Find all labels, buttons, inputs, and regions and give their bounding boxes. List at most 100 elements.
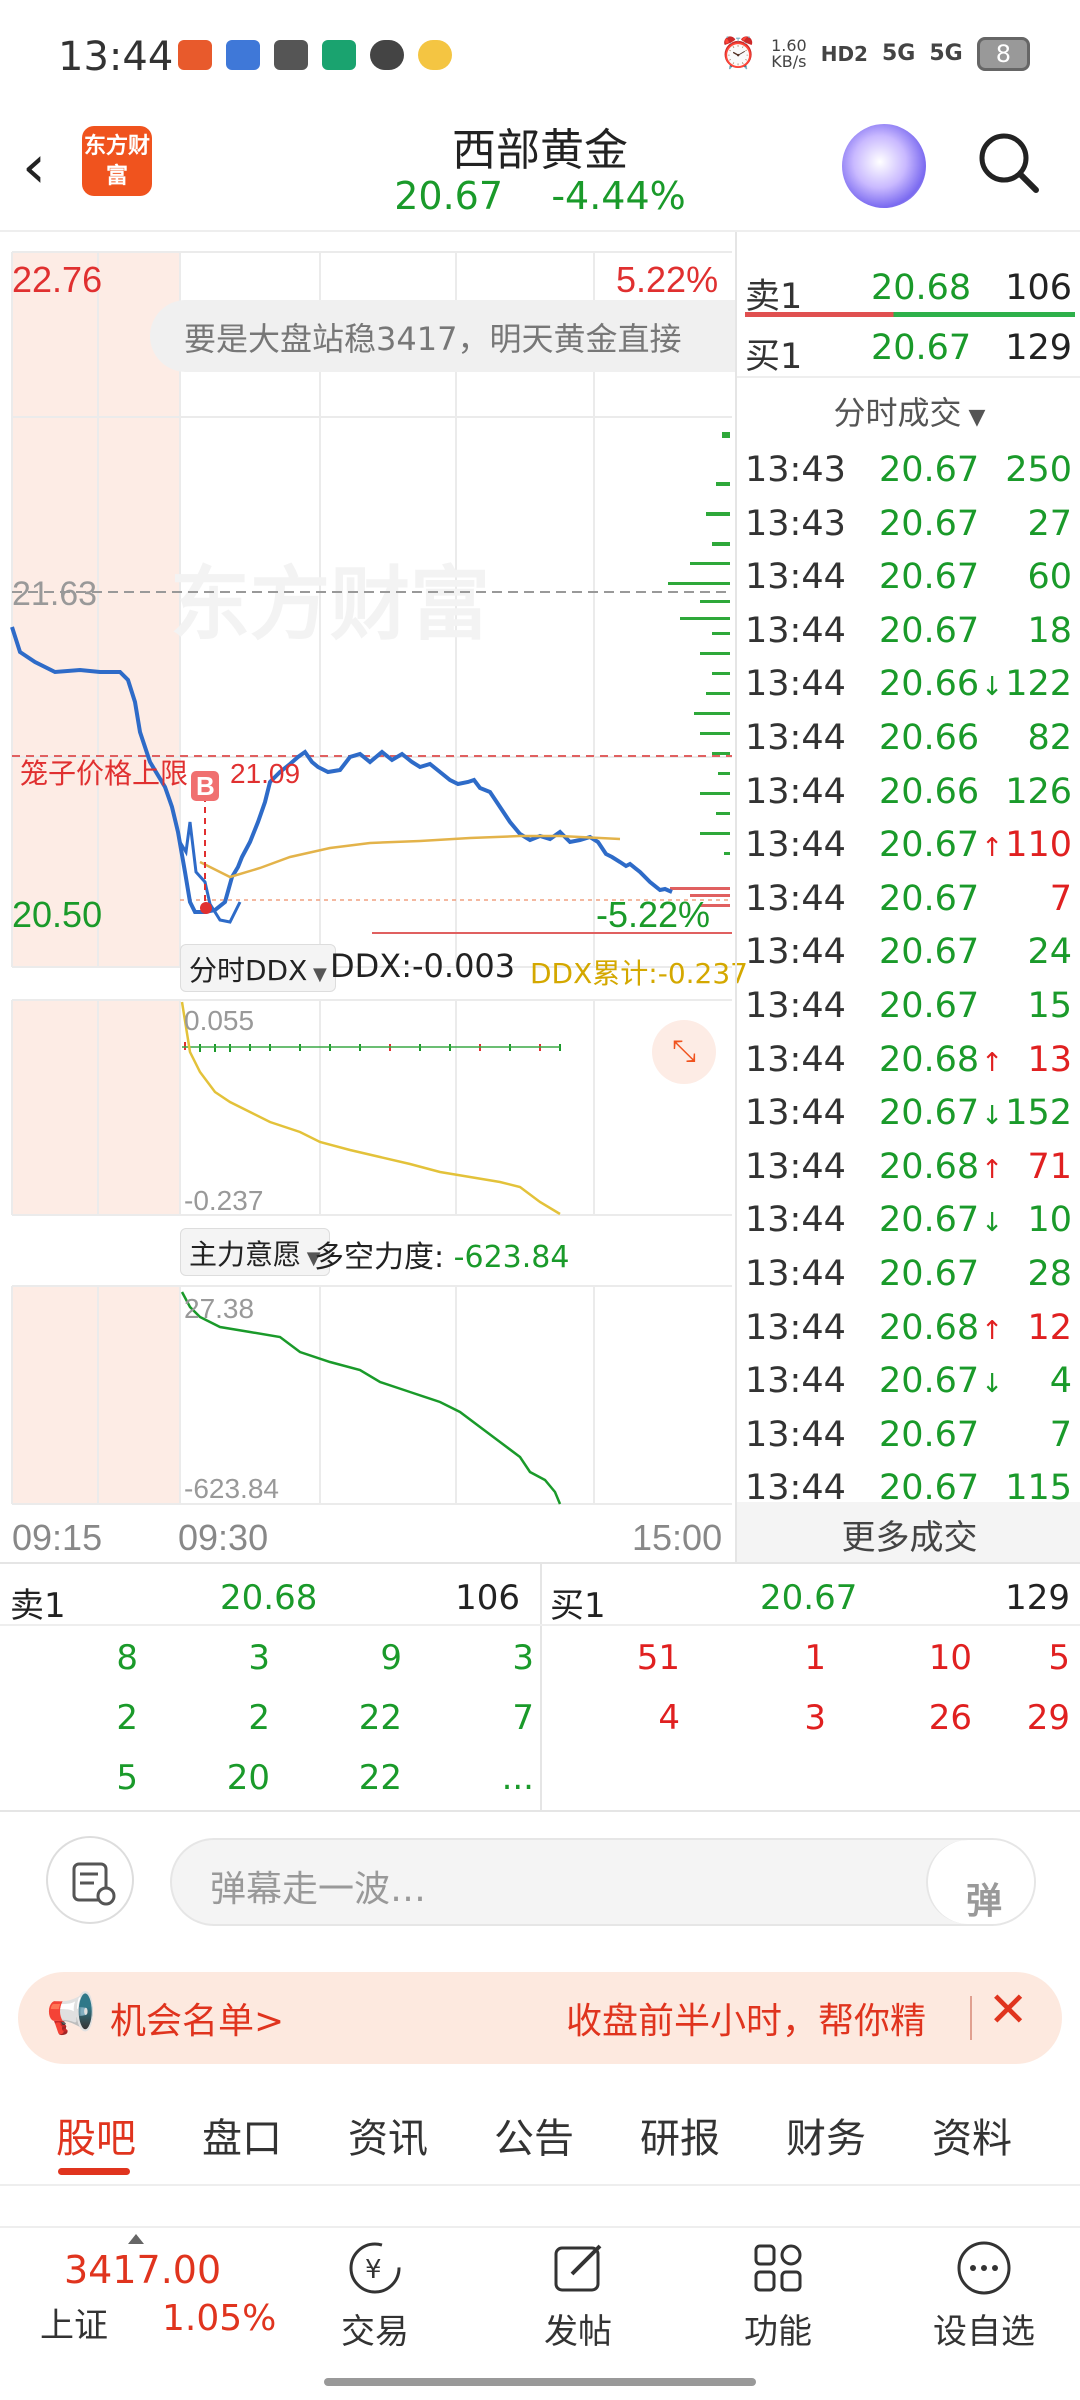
index-widget[interactable]: 3417.00 上证 1.05% — [40, 2234, 290, 2360]
quote-panel: 卖1 20.68 106 买1 20.67 129 分时成交 ▼ 13:43 20… — [735, 232, 1080, 1562]
tick-time: 13:44 — [745, 1146, 846, 1187]
tick-price: 20.66 — [879, 771, 980, 812]
bullet-text: 要是大盘站稳3417，明天黄金直接 — [184, 320, 682, 358]
sell-queue-cell: 9 — [380, 1638, 402, 1678]
nav-trade-label: 交易 — [341, 2312, 409, 2352]
megaphone-icon: 📢 — [46, 1991, 96, 2037]
book-buy-price: 20.67 — [760, 1578, 858, 1618]
nav-trade[interactable]: ¥ 交易 — [305, 2238, 445, 2353]
tick-price: 20.66 — [879, 718, 980, 758]
tick-time: 13:44 — [745, 1039, 846, 1080]
tick-price: 20.67 — [879, 1361, 980, 1402]
tick-volume: 126 — [1005, 771, 1072, 812]
tick-row: 13:44 20.67↓ 152 — [737, 1085, 1080, 1138]
tick-volume: 152 — [1005, 1093, 1072, 1134]
buy-queue-cell: 10 — [928, 1638, 972, 1678]
sell-queue-cell: 2 — [116, 1698, 138, 1738]
alarm-icon: ⏰ — [719, 36, 758, 71]
tab-4[interactable]: 研报 — [640, 2106, 720, 2164]
danmu-input[interactable]: 弹幕走一波… 弹 — [170, 1838, 1036, 1926]
tick-direction-icon: ↑ — [981, 1315, 1003, 1346]
trade-icon: ¥ — [349, 2242, 401, 2294]
tick-row: 13:44 20.68↑ 12 — [737, 1300, 1080, 1353]
time-end: 15:00 — [632, 1517, 722, 1558]
stock-header: ‹ 东方财富 西部黄金 20.67 -4.44% — [0, 110, 1080, 232]
intraday-chart-svg[interactable]: 东方财富 B 22.76 5.22% 21.63 20.50 -5.22% 笼子… — [0, 232, 735, 1562]
main-top-label: 27.38 — [184, 1293, 254, 1324]
dropdown-icon: ▼ — [307, 964, 327, 985]
tick-row: 13:44 20.67 18 — [737, 603, 1080, 656]
tick-price-wrap: 20.67 — [879, 1254, 1019, 1294]
main-force-selector[interactable]: 主力意愿 ▼ — [180, 1228, 330, 1276]
tick-price-wrap: 20.66 — [879, 718, 1019, 758]
tick-price-wrap: 20.68↑ — [879, 1147, 1019, 1187]
tick-price: 20.67 — [879, 1414, 980, 1455]
buy-marker-dot — [200, 902, 212, 914]
ticks-header[interactable]: 分时成交 ▼ — [737, 376, 1080, 434]
buy1-price: 20.67 — [871, 328, 972, 368]
nav-add-favorite[interactable]: 设自选 — [914, 2238, 1054, 2353]
danmu-placeholder: 弹幕走一波… — [210, 1869, 427, 1910]
buy-queue-cell: 3 — [804, 1698, 826, 1738]
book-buy-vol: 129 — [1005, 1578, 1070, 1618]
ddx-top-label: 0.055 — [184, 1005, 254, 1036]
sell-queue-cell: ... — [501, 1758, 534, 1798]
price-high-label: 22.76 — [12, 259, 102, 300]
tick-time: 13:43 — [745, 503, 846, 544]
tick-row: 13:44 20.68↑ 13 — [737, 1032, 1080, 1085]
index-pct: 1.05% — [162, 2298, 277, 2339]
nav-function[interactable]: 功能 — [708, 2238, 848, 2353]
expand-icon[interactable]: ⤡ — [652, 1020, 716, 1084]
tab-2[interactable]: 资讯 — [348, 2106, 428, 2164]
danmu-bar: 弹幕走一波… 弹 — [0, 1812, 1080, 1972]
tick-volume: 7 — [1049, 878, 1072, 919]
buy-marker-text: B — [196, 771, 215, 801]
buy-queue-cell: 26 — [928, 1698, 972, 1738]
ddx-bars — [182, 1042, 561, 1052]
svg-text:¥: ¥ — [365, 2255, 382, 2285]
bid-ask-bar — [745, 312, 1075, 317]
tick-price-wrap: 20.68↑ — [879, 1308, 1019, 1348]
home-indicator — [324, 2378, 756, 2386]
tab-3[interactable]: 公告 — [494, 2106, 574, 2164]
buy1-label: 买1 — [745, 337, 803, 377]
sell-queue-cell: 5 — [116, 1758, 138, 1798]
search-icon[interactable] — [976, 130, 1040, 194]
nav-post[interactable]: 发帖 — [508, 2238, 648, 2353]
tab-0[interactable]: 股吧 — [56, 2106, 136, 2164]
assistant-robot-icon[interactable] — [842, 124, 926, 208]
net-speed: 1.60 KB/s — [771, 35, 807, 71]
tab-5[interactable]: 财务 — [786, 2106, 866, 2164]
tick-volume: 12 — [1027, 1307, 1072, 1348]
ddx-selector[interactable]: 分时DDX ▼ — [180, 944, 336, 992]
tick-time: 13:44 — [745, 1307, 846, 1348]
more-icon — [957, 2241, 1011, 2295]
pct-high-label: 5.22% — [616, 259, 718, 300]
tick-price-wrap: 20.67 — [879, 986, 1019, 1026]
promo-banner[interactable]: 📢 机会名单> 收盘前半小时，帮你精 ✕ — [18, 1972, 1062, 2064]
ticks-title: 分时成交 — [833, 394, 962, 432]
main-bottom-label: -623.84 — [184, 1473, 279, 1504]
book-line — [0, 1624, 1080, 1626]
edit-icon — [554, 2244, 602, 2292]
tick-price-wrap: 20.67↓ — [879, 1361, 1019, 1401]
tick-volume: 122 — [1005, 664, 1072, 705]
tick-price-wrap: 20.67↓ — [879, 1093, 1019, 1133]
tab-1[interactable]: 盘口 — [202, 2106, 282, 2164]
bullet-comment[interactable]: 要是大盘站稳3417，明天黄金直接 — [150, 300, 735, 372]
danmu-send-button[interactable]: 弹 — [926, 1840, 1034, 1924]
tick-price: 20.67 — [879, 610, 980, 651]
tick-volume: 10 — [1027, 1200, 1072, 1241]
close-icon[interactable]: ✕ — [988, 1982, 1028, 2038]
tick-time: 13:44 — [745, 557, 846, 598]
sell-queue-cell: 3 — [248, 1638, 270, 1678]
more-ticks-button[interactable]: 更多成交 — [737, 1502, 1080, 1562]
stock-change: -4.44% — [551, 174, 686, 218]
tick-time: 13:44 — [745, 932, 846, 973]
tick-price: 20.67 — [879, 932, 980, 973]
cage-value: 21.09 — [230, 758, 300, 789]
tab-6[interactable]: 资料 — [932, 2106, 1012, 2164]
tick-row: 13:44 20.66 126 — [737, 764, 1080, 817]
notes-settings-icon[interactable] — [46, 1836, 134, 1924]
prev-close-label: 21.63 — [12, 575, 97, 613]
